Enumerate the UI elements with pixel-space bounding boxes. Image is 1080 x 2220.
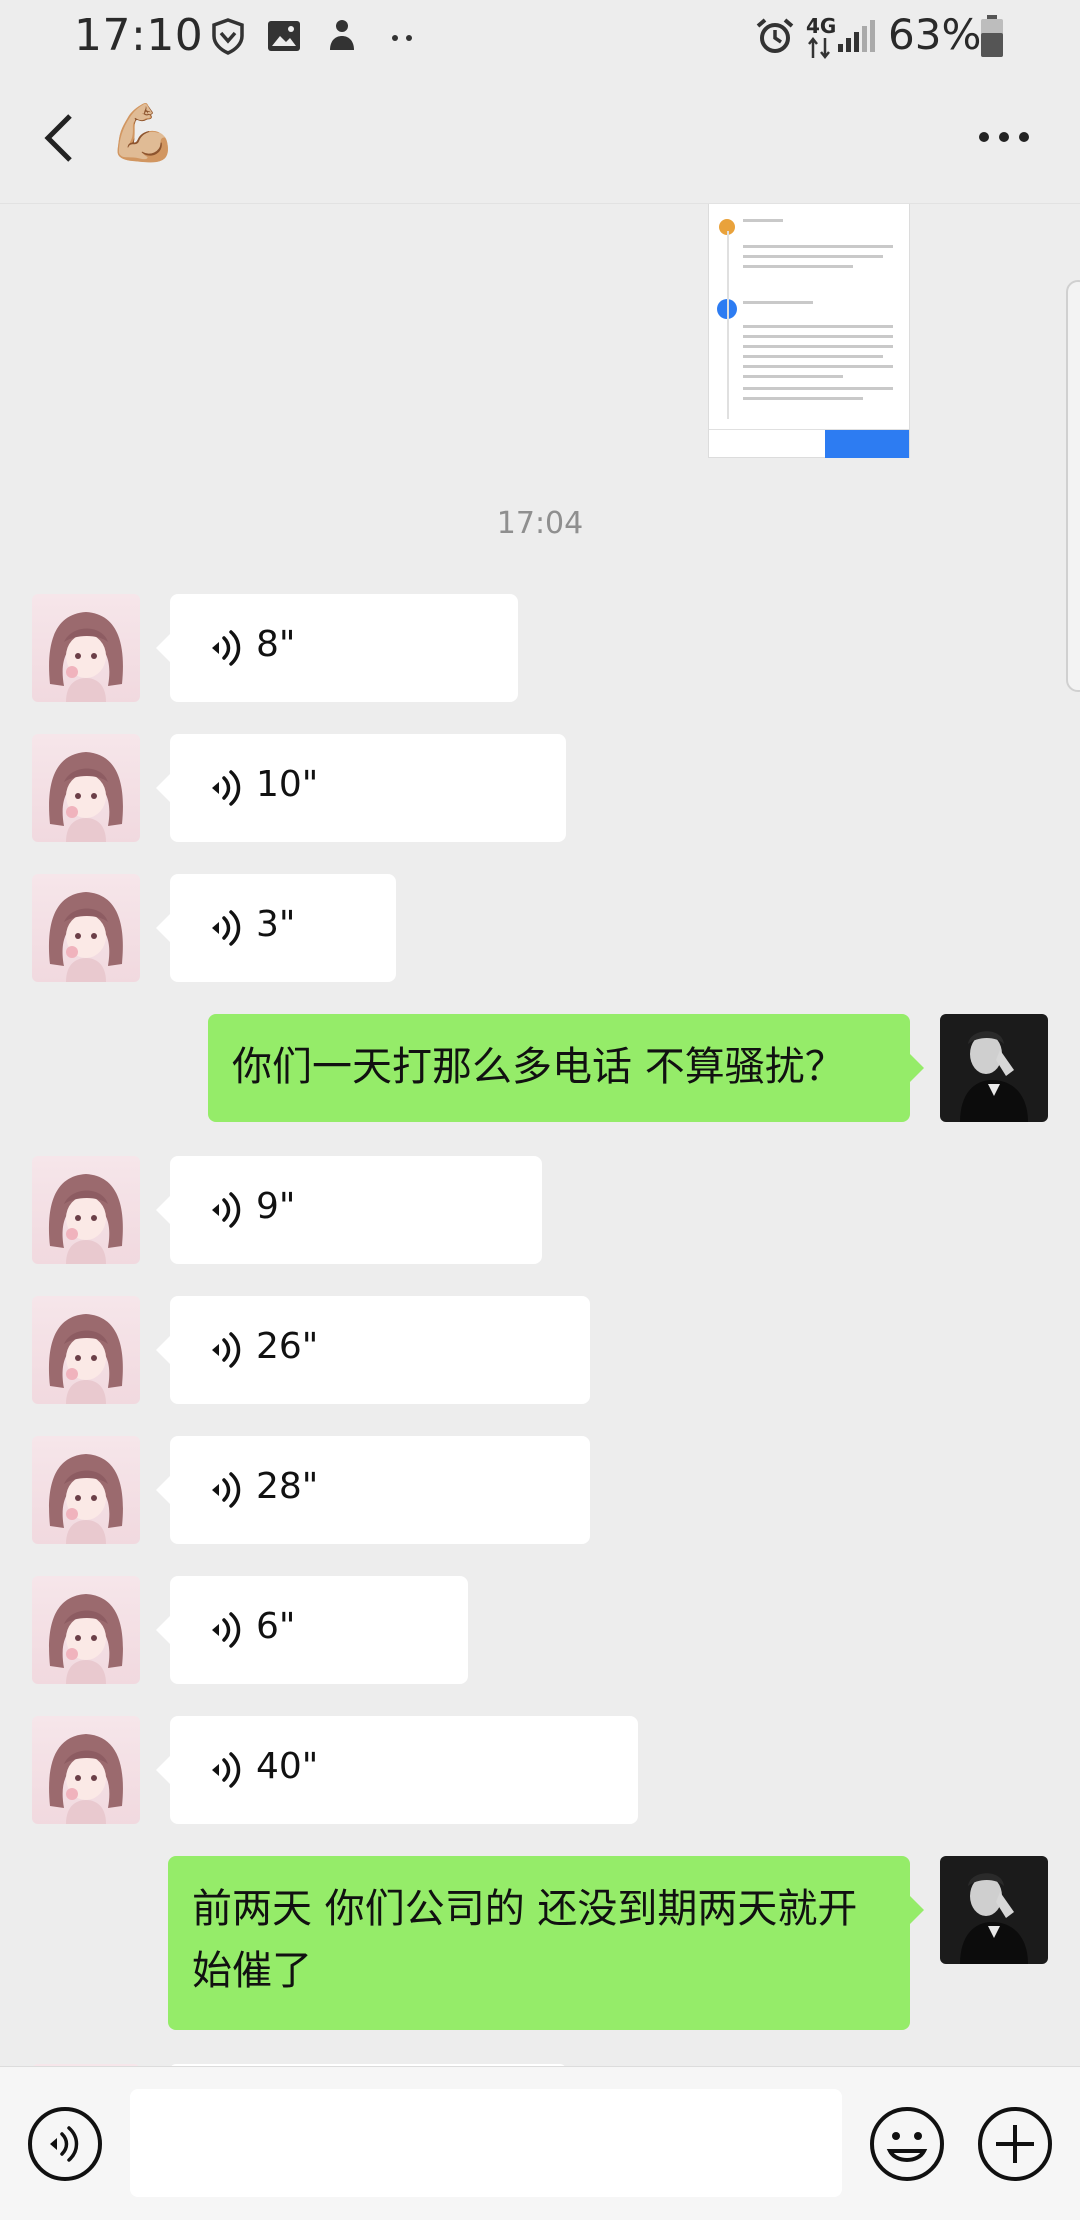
person-icon <box>330 20 354 50</box>
chat-title: 💪🏼 <box>108 101 178 166</box>
contact-avatar[interactable] <box>32 1716 140 1824</box>
voice-duration: 6" <box>256 1606 296 1647</box>
chat-header: 💪🏼 <box>0 72 1080 204</box>
voice-message[interactable]: 9" <box>156 1156 542 1264</box>
voice-wave-icon <box>210 770 241 806</box>
voice-message[interactable]: 6" <box>156 1576 468 1684</box>
contact-avatar[interactable] <box>32 1156 140 1264</box>
shared-screenshot-image[interactable] <box>708 204 910 458</box>
contact-avatar[interactable] <box>32 734 140 842</box>
contact-avatar[interactable] <box>32 874 140 982</box>
voice-duration: 10" <box>256 764 319 805</box>
more-notifications-icon <box>392 35 412 41</box>
contact-avatar[interactable] <box>32 594 140 702</box>
voice-wave-icon <box>210 1332 241 1368</box>
status-time: 17:10 <box>74 10 204 61</box>
sent-text-message[interactable]: 你们一天打那么多电话 不算骚扰？ <box>208 1014 924 1122</box>
my-avatar[interactable] <box>940 1856 1048 1964</box>
emoji-icon[interactable] <box>868 2105 946 2183</box>
shield-icon <box>212 18 244 55</box>
voice-duration: 26" <box>256 1326 319 1367</box>
voice-duration: 9" <box>256 1186 296 1227</box>
voice-message[interactable]: 28" <box>156 1436 590 1544</box>
message-text: 你们一天打那么多电话 不算骚扰？ <box>232 1044 845 1090</box>
voice-duration: 8" <box>256 624 296 665</box>
contact-avatar[interactable] <box>32 1436 140 1544</box>
voice-message[interactable]: 10" <box>156 734 566 842</box>
voice-message[interactable]: 8" <box>156 594 518 702</box>
voice-duration: 3" <box>256 904 296 945</box>
scroll-handle[interactable] <box>1066 280 1080 692</box>
voice-mode-icon[interactable] <box>26 2105 104 2183</box>
data-arrows-icon <box>808 36 830 60</box>
back-arrow-icon[interactable] <box>30 106 90 170</box>
image-icon <box>268 21 300 51</box>
voice-message[interactable]: 3" <box>156 874 396 982</box>
battery-icon <box>981 15 1003 57</box>
voice-duration: 28" <box>256 1466 319 1507</box>
voice-wave-icon <box>210 630 241 666</box>
message-input[interactable] <box>130 2089 842 2197</box>
voice-wave-icon <box>210 910 241 946</box>
alarm-icon <box>756 18 794 53</box>
input-bar <box>0 2066 1080 2220</box>
more-options-icon[interactable] <box>974 112 1034 162</box>
voice-duration: 40" <box>256 1746 319 1787</box>
voice-wave-icon <box>210 1192 241 1228</box>
voice-wave-icon <box>210 1472 241 1508</box>
message-text: 前两天 你们公司的 还没到期两天就开始催了 <box>192 1886 858 1994</box>
contact-avatar[interactable] <box>32 1296 140 1404</box>
sent-text-message[interactable]: 前两天 你们公司的 还没到期两天就开始催了 <box>168 1856 924 2030</box>
network-type: 4G <box>806 14 837 38</box>
voice-wave-icon <box>210 1612 241 1648</box>
chat-timestamp: 17:04 <box>496 506 584 541</box>
plus-icon[interactable] <box>976 2105 1054 2183</box>
contact-avatar[interactable] <box>32 1576 140 1684</box>
message-list[interactable]: 17:04 8" 10" 3" 你们一天打那么多电话 不算骚扰？ 9" 26" … <box>0 204 1080 2066</box>
battery-percent: 63% <box>888 10 982 59</box>
voice-message[interactable]: 40" <box>156 1716 638 1824</box>
status-bar: 17:10 4G 63% <box>0 0 1080 72</box>
voice-message[interactable]: 26" <box>156 1296 590 1404</box>
my-avatar[interactable] <box>940 1014 1048 1122</box>
voice-wave-icon <box>210 1752 241 1788</box>
signal-icon <box>838 20 875 52</box>
